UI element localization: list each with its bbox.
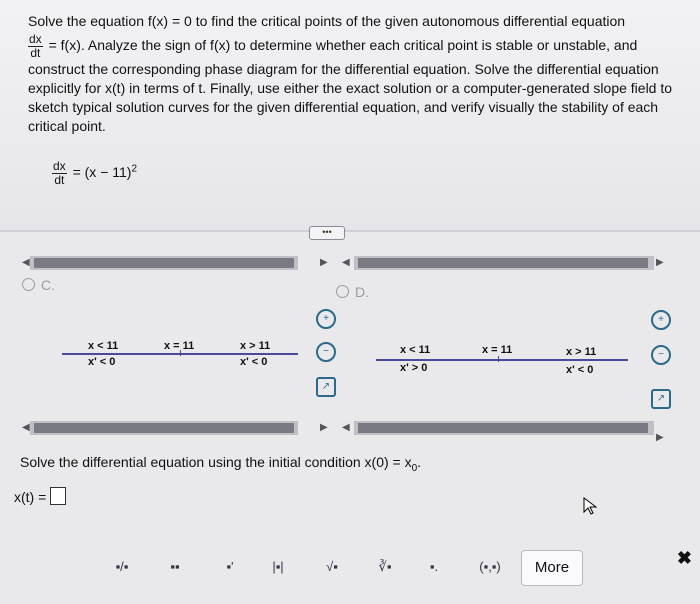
question-line-5: sketch typical solution curves for the g… — [28, 99, 659, 115]
equation-denominator: dt — [54, 173, 65, 187]
fraction-button[interactable]: ▪/▪ — [108, 554, 136, 580]
sqrt-button[interactable]: √▪ — [316, 554, 348, 580]
popout-icon-d[interactable]: ↗ — [651, 389, 671, 409]
radio-d[interactable] — [336, 285, 349, 298]
scroll-right-arrow-icon-4[interactable]: ▶ — [656, 432, 664, 443]
close-icon[interactable]: ✖ — [677, 548, 692, 569]
scroll-left-arrow-icon-3[interactable]: ◀ — [22, 422, 30, 433]
popout-icon[interactable]: ↗ — [316, 377, 336, 397]
more-button[interactable]: More — [521, 550, 583, 586]
d-phase-line — [376, 359, 628, 361]
question-line-6: critical point. — [28, 118, 106, 134]
scroll-thumb-3[interactable] — [34, 423, 294, 433]
scroll-left-arrow-icon-2[interactable]: ◀ — [342, 257, 350, 268]
scrollbar-left-bottom[interactable] — [30, 421, 298, 435]
mixed-number-button[interactable]: ▪▪ — [160, 554, 190, 580]
equation-rhs: = (x − 11) — [72, 164, 132, 181]
given-equation: dx dt = (x − 11)2 — [52, 160, 137, 187]
question-line-4: explicitly for x(t) in terms of t. Final… — [28, 80, 673, 96]
d-mid: x = 11 — [482, 344, 513, 356]
interval-button[interactable]: (▪,▪) — [468, 554, 512, 580]
scroll-thumb-4[interactable] — [358, 423, 648, 433]
scroll-right-arrow-icon[interactable]: ▶ — [320, 257, 328, 268]
option-d[interactable]: D. — [336, 284, 369, 300]
dxdt-fraction: dx dt — [28, 33, 43, 60]
solve-period: . — [417, 454, 422, 470]
decimal-button[interactable]: ▪. — [422, 554, 446, 580]
d-critical-point — [498, 356, 499, 362]
scrollbar-left-top[interactable] — [30, 256, 298, 270]
absolute-value-button[interactable]: |▪| — [263, 554, 293, 580]
radio-c[interactable] — [22, 278, 35, 291]
zoom-out-icon[interactable]: − — [316, 342, 336, 362]
fraction-denominator: dt — [30, 46, 41, 60]
question-text: Solve the equation f(x) = 0 to find the … — [28, 12, 688, 136]
expand-more-button[interactable]: ••• — [309, 226, 345, 240]
c-left-bot: x' < 0 — [88, 356, 116, 368]
equation-exponent: 2 — [131, 163, 138, 175]
fraction-numerator: dx — [28, 32, 43, 47]
zoom-in-icon-d[interactable]: + — [651, 310, 671, 330]
d-right-top: x > 11 — [566, 346, 597, 358]
scrollbar-right-top[interactable] — [354, 256, 654, 270]
scroll-thumb-2[interactable] — [358, 258, 648, 268]
scroll-left-arrow-icon-4[interactable]: ◀ — [342, 422, 350, 433]
option-d-label: D. — [355, 284, 369, 300]
equation-fraction: dx dt — [52, 160, 67, 187]
c-right-bot: x' < 0 — [240, 356, 268, 368]
nth-root-button[interactable]: ∛▪ — [369, 554, 401, 580]
scroll-right-arrow-icon-3[interactable]: ▶ — [320, 422, 328, 433]
option-c[interactable]: C. — [22, 277, 55, 293]
equation-numerator: dx — [52, 159, 67, 174]
solve-prompt-text: Solve the differential equation using th… — [20, 454, 412, 470]
c-critical-point — [180, 350, 181, 356]
c-right-top: x > 11 — [240, 340, 271, 352]
d-left-top: x < 11 — [400, 344, 431, 356]
scroll-right-arrow-icon-2[interactable]: ▶ — [656, 257, 664, 268]
scrollbar-right-bottom[interactable] — [354, 421, 654, 435]
d-left-bot: x' > 0 — [400, 362, 428, 374]
option-c-label: C. — [41, 277, 55, 293]
answer-label: x(t) = — [14, 489, 47, 505]
c-left-top: x < 11 — [88, 340, 119, 352]
zoom-in-icon[interactable]: + — [316, 309, 336, 329]
solve-prompt: Solve the differential equation using th… — [20, 454, 421, 474]
d-right-bot: x' < 0 — [566, 364, 594, 376]
question-line-1: Solve the equation f(x) = 0 to find the … — [28, 13, 626, 29]
zoom-out-icon-d[interactable]: − — [651, 345, 671, 365]
question-line-2: = f(x). Analyze the sign of f(x) to dete… — [48, 37, 638, 54]
answer-input[interactable] — [50, 487, 67, 505]
answer-row: x(t) = — [14, 487, 67, 505]
scroll-thumb[interactable] — [34, 258, 294, 268]
exponent-button[interactable]: ▪' — [217, 554, 243, 580]
divider — [0, 230, 700, 232]
scroll-left-arrow-icon[interactable]: ◀ — [22, 257, 30, 268]
question-line-3: construct the corresponding phase diagra… — [28, 61, 659, 77]
question-panel: Solve the equation f(x) = 0 to find the … — [0, 0, 700, 232]
question-line-2-row: dx dt = f(x). Analyze the sign of f(x) t… — [28, 33, 688, 60]
mouse-cursor-icon — [583, 497, 597, 515]
